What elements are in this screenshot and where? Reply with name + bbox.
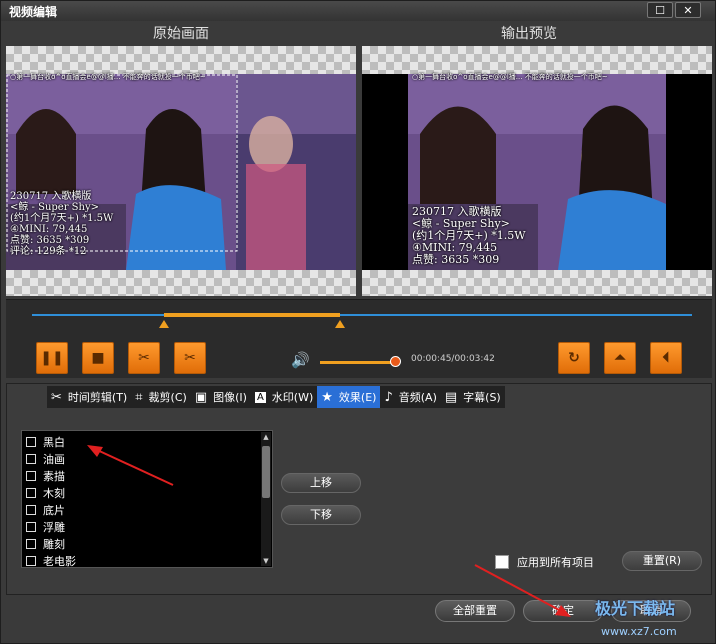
output-overlay-text: 230717 入歌横版 <鲸 - Super Shy> (约1个月7天+) *1… xyxy=(412,205,526,267)
effect-label: 雕刻 xyxy=(43,537,65,551)
subtitle-icon: ▤ xyxy=(444,389,458,405)
flip-vertical-button[interactable]: ⏶ xyxy=(604,342,636,374)
effect-label: 老电影 xyxy=(43,554,76,568)
overlay-line: 点赞: 3635 *309 xyxy=(10,235,90,246)
output-ticker-text: ○第一舞台收o^o直播会e@@l播... 不能奔的话就投一个币吧~ xyxy=(412,73,608,81)
list-scrollbar[interactable]: ▲ ▼ xyxy=(261,432,271,566)
time-display: 00:00:45/00:03:42 xyxy=(411,354,495,364)
effect-item[interactable]: 木刻 xyxy=(26,484,65,501)
tab-label: 图像(I) xyxy=(213,391,247,404)
music-icon: ♪ xyxy=(384,389,393,405)
effect-label: 素描 xyxy=(43,469,65,483)
title-bar: 视频编辑 ☐ ✕ xyxy=(1,1,715,21)
scroll-down-icon[interactable]: ▼ xyxy=(261,556,271,566)
flip-horizontal-button[interactable]: ⏴ xyxy=(650,342,682,374)
scroll-up-icon[interactable]: ▲ xyxy=(261,432,271,442)
maximize-button[interactable]: ☐ xyxy=(647,2,673,18)
tab-label: 水印(W) xyxy=(271,391,314,404)
effect-item[interactable]: 素描 xyxy=(26,467,65,484)
tab-watermark[interactable]: A 水印(W) xyxy=(251,386,317,408)
effect-item[interactable]: 底片 xyxy=(26,501,65,518)
original-label: 原始画面 xyxy=(153,26,209,42)
overlay-line: 评论: 129条 *12 xyxy=(10,246,87,257)
effect-item[interactable]: 黑白 xyxy=(26,433,65,450)
effect-checkbox[interactable] xyxy=(26,538,36,549)
overlay-line: <鲸 - Super Shy> xyxy=(10,202,100,213)
rotate-button[interactable]: ↻ xyxy=(558,342,590,374)
tab-subtitle[interactable]: ▤ 字幕(S) xyxy=(441,386,505,408)
output-video-frame: ○第一舞台收o^o直播会e@@l播... 不能奔的话就投一个币吧~ 230717… xyxy=(408,73,666,270)
cut-button[interactable]: ✂ xyxy=(128,342,160,374)
original-preview: ○第一舞台收o^o直播会e@@l播... 不能奔的话就投一个币吧~ 230717… xyxy=(6,46,356,296)
annotation-arrow-icon xyxy=(474,564,571,617)
output-preview: ○第一舞台收o^o直播会e@@l播... 不能奔的话就投一个币吧~ 230717… xyxy=(362,46,712,296)
effect-checkbox[interactable] xyxy=(26,504,36,515)
effect-checkbox[interactable] xyxy=(26,555,36,566)
effect-label: 黑白 xyxy=(43,435,65,449)
tab-label: 时间剪辑(T) xyxy=(67,391,128,404)
move-down-button[interactable]: 下移 xyxy=(281,505,361,525)
timeline-track[interactable] xyxy=(32,314,692,316)
crop-icon: ⌗ xyxy=(135,389,143,405)
effect-label: 油画 xyxy=(43,452,65,466)
watermark-icon: A xyxy=(254,391,266,403)
edit-tabs: ✂ 时间剪辑(T) ⌗ 裁剪(C) ▣ 图像(I) A 水印(W) ★ 效果(E) ♪ 音频… xyxy=(47,386,505,408)
scroll-thumb[interactable] xyxy=(262,446,270,498)
trim-start-handle[interactable] xyxy=(159,320,169,328)
tab-effects[interactable]: ★ 效果(E) xyxy=(317,386,381,408)
effect-item[interactable]: 浮雕 xyxy=(26,518,65,535)
effect-checkbox[interactable] xyxy=(26,453,36,464)
effect-item[interactable]: 雕刻 xyxy=(26,535,65,552)
effect-checkbox[interactable] xyxy=(26,487,36,498)
effect-label: 底片 xyxy=(43,503,65,517)
output-label: 输出预览 xyxy=(501,26,557,42)
original-video-frame: ○第一舞台收o^o直播会e@@l播... 不能奔的话就投一个币吧~ 230717… xyxy=(6,73,356,270)
tab-label: 裁剪(C) xyxy=(148,391,187,404)
overlay-line: (约1个月7天+) *1.5W xyxy=(10,213,114,224)
trim-end-handle[interactable] xyxy=(335,320,346,328)
close-button[interactable]: ✕ xyxy=(675,2,701,18)
split-button[interactable]: ✂ xyxy=(174,342,206,374)
timeline-selection[interactable] xyxy=(164,313,341,317)
volume-knob[interactable] xyxy=(390,356,401,367)
effect-item[interactable]: 老电影 xyxy=(26,552,76,569)
ticker-text: ○第一舞台收o^o直播会e@@l播... 不能奔的话就投一个币吧~ xyxy=(10,73,206,81)
tab-label: 字幕(S) xyxy=(463,391,501,404)
watermark-url: www.xz7.com xyxy=(601,625,677,638)
effect-label: 木刻 xyxy=(43,486,65,500)
overlay-line: 230717 入歌横版 xyxy=(10,191,92,202)
reset-button[interactable]: 重置(R) xyxy=(622,551,702,571)
volume-slider[interactable] xyxy=(320,361,394,364)
tab-trim[interactable]: ✂ 时间剪辑(T) xyxy=(47,386,131,408)
stop-button[interactable]: ■ xyxy=(82,342,114,374)
effect-label: 浮雕 xyxy=(43,520,65,534)
pause-button[interactable]: ❚❚ xyxy=(36,342,68,374)
star-icon: ★ xyxy=(321,389,333,405)
video-editor-window: 视频编辑 ☐ ✕ 原始画面 输出预览 ○第一舞台收o^o直播会e@@l播... … xyxy=(0,0,716,644)
tab-crop[interactable]: ⌗ 裁剪(C) xyxy=(131,386,191,408)
playback-controls: ❚❚ ■ ✂ ✂ 🔊 00:00:45/00:03:42 ↻ ⏶ ⏴ xyxy=(6,299,712,378)
tab-label: 音频(A) xyxy=(398,391,437,404)
volume-icon[interactable]: 🔊 xyxy=(291,351,310,369)
window-title: 视频编辑 xyxy=(9,5,58,19)
tab-label: 效果(E) xyxy=(338,391,377,404)
overlay-line: 点赞: 3635 *309 xyxy=(412,253,500,267)
tab-audio[interactable]: ♪ 音频(A) xyxy=(380,386,440,408)
image-icon: ▣ xyxy=(194,389,208,405)
annotation-arrow-icon xyxy=(87,445,174,486)
overlay-line: ④MINI: 79,445 xyxy=(10,224,88,235)
effect-item[interactable]: 油画 xyxy=(26,450,65,467)
tab-image[interactable]: ▣ 图像(I) xyxy=(191,386,251,408)
original-overlay-text: 230717 入歌横版 <鲸 - Super Shy> (约1个月7天+) *1… xyxy=(10,191,113,257)
move-up-button[interactable]: 上移 xyxy=(281,473,361,493)
effect-checkbox[interactable] xyxy=(26,470,36,481)
watermark-logo: 极光下载站 xyxy=(595,599,676,618)
scissors-icon: ✂ xyxy=(51,389,62,405)
effect-checkbox[interactable] xyxy=(26,436,36,447)
effect-checkbox[interactable] xyxy=(26,521,36,532)
